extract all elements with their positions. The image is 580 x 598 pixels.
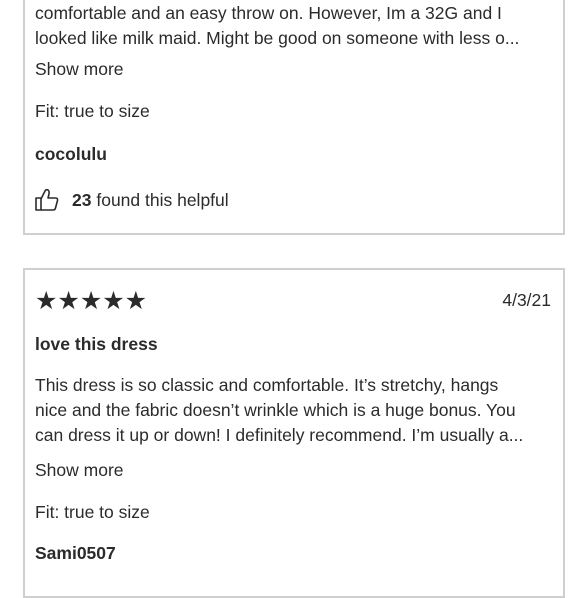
review-body: This dress is so classic and comfortable… — [35, 373, 551, 448]
review-body-line: comfortable and an easy throw on. Howeve… — [35, 3, 502, 23]
review-body: comfortable and an easy throw on. Howeve… — [35, 1, 551, 51]
reviewer-name: Sami0507 — [35, 543, 116, 563]
helpful-row: 23 found this helpful — [34, 187, 229, 213]
helpful-count: 23 — [72, 189, 92, 210]
show-more-link[interactable]: Show more — [35, 59, 124, 80]
show-more-link[interactable]: Show more — [35, 460, 124, 481]
review-body-line: This dress is so classic and comfortable… — [35, 375, 499, 395]
thumbs-up-icon[interactable] — [34, 187, 60, 213]
review-body-line: nice and the fabric doesn’t wrinkle whic… — [35, 400, 516, 420]
fit-info: Fit: true to size — [35, 502, 150, 522]
star-rating: ★★★★★ — [35, 287, 148, 315]
fit-info: Fit: true to size — [35, 101, 150, 121]
review-card: comfortable and an easy throw on. Howeve… — [23, 0, 565, 235]
helpful-label: found this helpful — [96, 189, 229, 210]
reviewer-name: cocolulu — [35, 144, 107, 164]
review-body-line: looked like milk maid. Might be good on … — [35, 28, 520, 48]
review-title: love this dress — [35, 334, 158, 354]
review-date: 4/3/21 — [502, 290, 551, 310]
review-card: ★★★★★ 4/3/21 love this dress This dress … — [23, 268, 565, 598]
review-body-line: can dress it up or down! I definitely re… — [35, 425, 524, 445]
helpful-text: 23 found this helpful — [72, 190, 229, 211]
